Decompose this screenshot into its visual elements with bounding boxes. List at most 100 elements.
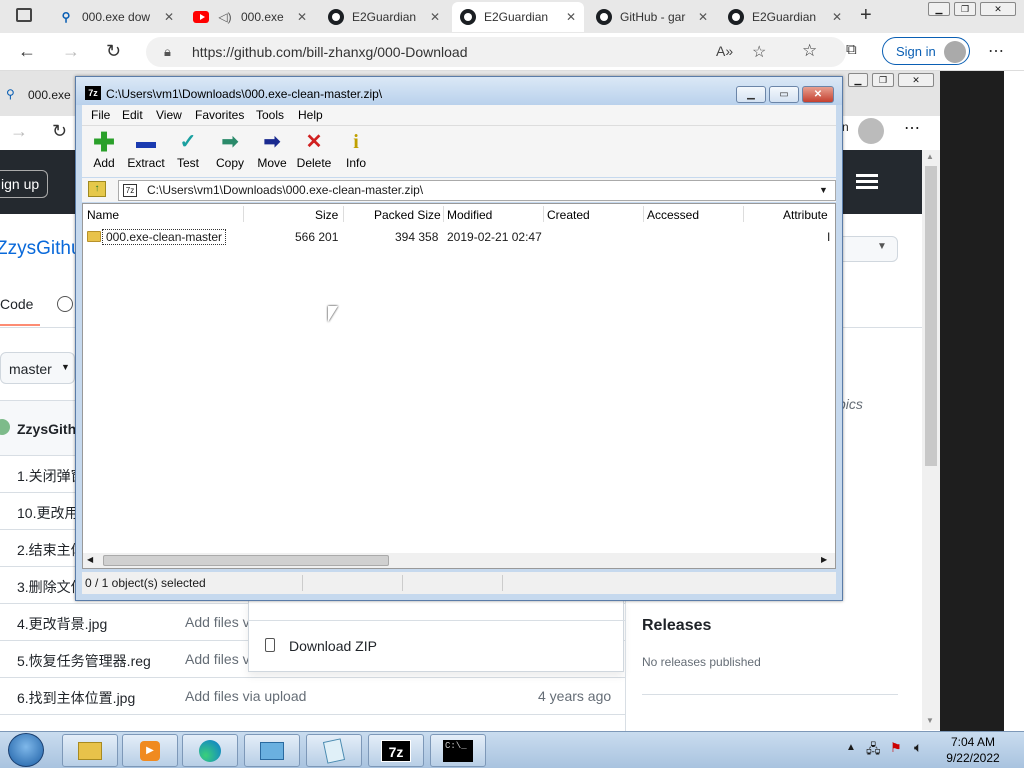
tab-4[interactable]: E2Guardian ✕ bbox=[452, 2, 584, 32]
more-icon[interactable]: ⋯ bbox=[904, 118, 920, 138]
column-size[interactable]: Size bbox=[315, 208, 338, 222]
minimize-button[interactable]: ▁ bbox=[736, 86, 766, 103]
file-name[interactable]: 10.更改用 bbox=[17, 503, 78, 523]
sign-in-button[interactable]: Sign in bbox=[882, 37, 970, 65]
scrollbar-thumb[interactable] bbox=[103, 555, 389, 566]
menu-tools[interactable]: Tools bbox=[256, 108, 284, 122]
copy-button[interactable]: ➡ Copy bbox=[208, 132, 252, 170]
refresh-icon[interactable]: ↻ bbox=[106, 41, 121, 62]
minimize-button[interactable]: ▁ bbox=[848, 73, 868, 87]
delete-button[interactable]: ✕ Delete bbox=[292, 132, 336, 170]
tab-2[interactable]: ◁) 000.exe ✕ bbox=[185, 2, 315, 32]
collections-icon[interactable]: ⧉ bbox=[846, 41, 857, 58]
close-button[interactable]: ✕ bbox=[802, 86, 834, 103]
scroll-right-icon[interactable]: ▶ bbox=[821, 555, 827, 564]
favorites-icon[interactable]: ☆ bbox=[802, 41, 817, 61]
file-name[interactable]: 5.恢复任务管理器.reg bbox=[17, 651, 151, 671]
new-tab-icon[interactable]: + bbox=[860, 4, 872, 27]
maximize-button[interactable]: ▭ bbox=[769, 86, 799, 103]
up-folder-icon[interactable]: ↑ bbox=[88, 181, 106, 197]
forward-icon[interactable]: → bbox=[62, 41, 80, 62]
column-name[interactable]: Name bbox=[87, 208, 119, 222]
sign-up-button[interactable]: ign up bbox=[0, 170, 48, 198]
add-favorite-icon[interactable]: ☆ bbox=[752, 42, 766, 62]
start-button[interactable] bbox=[8, 733, 44, 767]
close-window-button[interactable]: ✕ bbox=[898, 73, 934, 87]
repo-name[interactable]: ZzysGithu bbox=[0, 238, 82, 260]
edge-icon[interactable] bbox=[182, 734, 238, 767]
commit-message[interactable]: Add files v bbox=[185, 614, 250, 630]
scroll-left-icon[interactable]: ◀ bbox=[87, 555, 93, 564]
issues-icon[interactable] bbox=[57, 296, 73, 312]
releases-title[interactable]: Releases bbox=[642, 617, 711, 635]
menu-edit[interactable]: Edit bbox=[122, 108, 143, 122]
tab-3[interactable]: E2Guardian ✕ bbox=[320, 2, 448, 32]
test-button[interactable]: ✓ Test bbox=[166, 132, 210, 170]
file-name[interactable]: 6.找到主体位置.jpg bbox=[17, 688, 135, 708]
tab-5[interactable]: GitHub - gar ✕ bbox=[588, 2, 716, 32]
more-icon[interactable]: ⋯ bbox=[988, 41, 1004, 61]
show-hidden-icons[interactable]: ▲ bbox=[846, 742, 856, 753]
column-accessed[interactable]: Accessed bbox=[647, 208, 699, 222]
close-window-button[interactable]: ✕ bbox=[980, 2, 1016, 16]
extract-button[interactable]: ▬ Extract bbox=[124, 132, 168, 170]
commit-message[interactable]: Add files via upload bbox=[185, 688, 306, 704]
close-icon[interactable]: ✕ bbox=[566, 10, 576, 24]
refresh-icon[interactable]: ↻ bbox=[52, 121, 67, 142]
close-icon[interactable]: ✕ bbox=[832, 10, 842, 24]
close-icon[interactable]: ✕ bbox=[430, 10, 440, 24]
chevron-down-icon[interactable]: ▼ bbox=[819, 181, 828, 200]
read-aloud-icon[interactable]: A» bbox=[716, 43, 733, 59]
address-bar[interactable]: 🔒︎ https://github.com/bill-zhanxg/000-Do… bbox=[146, 37, 846, 67]
column-packed-size[interactable]: Packed Size bbox=[374, 208, 441, 222]
commit-message[interactable]: Add files v bbox=[185, 651, 250, 667]
7zip-icon[interactable]: 7z bbox=[368, 734, 424, 767]
volume-icon[interactable]: 🔈︎ bbox=[914, 739, 922, 756]
file-list-row[interactable]: 000.exe-clean-master 566 201 394 358 201… bbox=[83, 226, 835, 248]
explorer-icon[interactable] bbox=[62, 734, 118, 767]
menu-icon[interactable] bbox=[856, 174, 878, 177]
minimize-button[interactable]: ▁ bbox=[928, 2, 950, 16]
menu-view[interactable]: View bbox=[156, 108, 182, 122]
move-button[interactable]: ➡ Move bbox=[250, 132, 294, 170]
menu-favorites[interactable]: Favorites bbox=[195, 108, 244, 122]
add-button[interactable]: ✚ Add bbox=[82, 129, 126, 170]
close-icon[interactable]: ✕ bbox=[297, 10, 307, 24]
7zip-title-bar[interactable]: 7z C:\Users\vm1\Downloads\000.exe-clean-… bbox=[76, 77, 842, 105]
tab-6[interactable]: E2Guardian ✕ bbox=[720, 2, 850, 32]
column-created[interactable]: Created bbox=[547, 208, 590, 222]
cmd-icon[interactable]: C:\_ bbox=[430, 734, 486, 767]
action-center-icon[interactable]: ⚑ bbox=[890, 740, 902, 756]
speaker-icon[interactable]: ◁) bbox=[217, 9, 233, 25]
maximize-button[interactable]: ❐ bbox=[872, 73, 894, 87]
back-icon[interactable]: ← bbox=[18, 41, 36, 62]
row-name[interactable]: 000.exe-clean-master bbox=[102, 229, 227, 245]
clock[interactable]: 7:04 AM 9/22/2022 bbox=[938, 734, 1008, 766]
media-player-icon[interactable]: ▶ bbox=[122, 734, 178, 767]
tab-code[interactable]: Code bbox=[0, 296, 33, 312]
scrollbar-thumb[interactable] bbox=[925, 166, 937, 466]
maximize-button[interactable]: ❐ bbox=[954, 2, 976, 16]
bg-tab-title[interactable]: 000.exe bbox=[28, 88, 71, 102]
column-modified[interactable]: Modified bbox=[447, 208, 492, 222]
sign-in-fragment[interactable]: n bbox=[842, 120, 849, 134]
file-row[interactable]: 6.找到主体位置.jpg Add files via upload 4 year… bbox=[0, 677, 625, 714]
file-name[interactable]: 4.更改背景.jpg bbox=[17, 614, 107, 634]
horizontal-scrollbar[interactable]: ◀ ▶ bbox=[83, 553, 835, 568]
menu-help[interactable]: Help bbox=[298, 108, 323, 122]
forward-icon[interactable]: → bbox=[10, 121, 28, 142]
tab-actions-icon[interactable] bbox=[16, 8, 32, 22]
network-icon[interactable]: 🖧 bbox=[866, 740, 881, 762]
close-icon[interactable]: ✕ bbox=[698, 10, 708, 24]
scroll-up-icon[interactable]: ▲ bbox=[926, 152, 934, 161]
tab-1[interactable]: ⚲ 000.exe dow ✕ bbox=[50, 2, 182, 32]
scroll-down-icon[interactable]: ▼ bbox=[926, 716, 934, 725]
branch-select[interactable]: master ▼ bbox=[0, 352, 75, 384]
notepad-icon[interactable] bbox=[306, 734, 362, 767]
download-zip-link[interactable]: Download ZIP bbox=[289, 638, 377, 654]
column-attributes[interactable]: Attribute bbox=[783, 208, 828, 222]
control-panel-icon[interactable] bbox=[244, 734, 300, 767]
path-combobox[interactable]: 7z C:\Users\vm1\Downloads\000.exe-clean-… bbox=[118, 180, 836, 201]
info-button[interactable]: i Info bbox=[334, 132, 378, 170]
menu-file[interactable]: File bbox=[91, 108, 110, 122]
